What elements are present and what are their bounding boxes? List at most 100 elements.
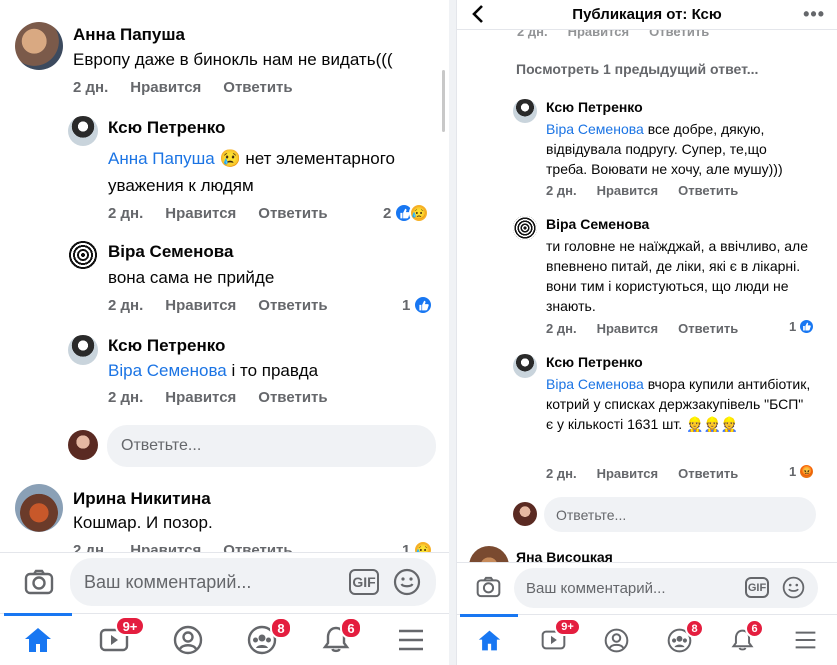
avatar[interactable] (513, 99, 537, 123)
comment-time: 2 дн. (73, 79, 109, 96)
angry-reaction-icon: 😡 (798, 463, 816, 480)
comment-author[interactable]: Ксю Петренко (108, 336, 225, 356)
left-screenshot: Анна Папуша Европу даже в бинокль нам не… (0, 0, 449, 665)
mention-link[interactable]: Анна Папуша (108, 149, 215, 168)
reply-comment: Ксю Петренко Віра Семенова вчора купили … (457, 350, 837, 485)
like-button[interactable]: Нравится (165, 389, 236, 406)
comment-input[interactable]: Ваш комментарий... (514, 568, 818, 608)
comment-meta: 2 дн. Нравится Ответить (73, 79, 315, 96)
reply-comment: Віра Семенова вона сама не прийде 2 дн. Н… (0, 230, 449, 330)
emoji-icon[interactable] (393, 568, 421, 601)
reaction-summary[interactable]: 1 😡 (789, 463, 816, 480)
avatar[interactable] (513, 216, 537, 240)
more-options-icon[interactable]: ••• (803, 4, 825, 25)
tab-home[interactable] (4, 614, 72, 665)
video-badge: 9+ (115, 616, 145, 636)
reply-button[interactable]: Ответить (258, 389, 327, 406)
view-previous-replies[interactable]: Посмотреть 1 предыдущий ответ... (516, 61, 758, 77)
comment-text: ти головне не наїжджай, а ввічливо, але … (546, 238, 808, 314)
avatar[interactable] (15, 484, 63, 532)
right-screenshot: 2 дн. Нравится Ответить Публикация от: Ксю… (456, 0, 837, 665)
tab-video[interactable]: 9+ (78, 614, 150, 665)
avatar[interactable] (68, 335, 98, 365)
avatar[interactable] (15, 22, 63, 70)
like-button[interactable]: Нравится (597, 466, 659, 481)
mention-link[interactable]: Віра Семенова (546, 376, 644, 392)
notifications-badge: 6 (745, 619, 764, 638)
post-header: Публикация от: Ксю ••• (457, 0, 837, 30)
comment-author[interactable]: Ксю Петренко (108, 118, 225, 138)
my-avatar (68, 430, 98, 460)
sad-emoji: 😢 (214, 149, 241, 168)
tab-profile[interactable] (152, 614, 224, 665)
reply-comment: Ксю Петренко Віра Семенова все добре, дя… (457, 95, 837, 205)
avatar[interactable] (68, 116, 98, 146)
avatar[interactable] (68, 240, 98, 270)
reply-button[interactable]: Ответить (678, 466, 738, 481)
comment-meta: 2 дн. Нравится Ответить (546, 183, 739, 198)
tab-groups[interactable]: 8 (648, 615, 710, 665)
comment-author[interactable]: Ирина Никитина (73, 489, 211, 509)
like-button[interactable]: Нравится (597, 321, 659, 336)
comment-meta: 2 дн. Нравится Ответить (546, 321, 739, 336)
home-icon (478, 630, 500, 650)
comment-meta: 2 дн. Нравится Ответить (546, 466, 739, 481)
groups-badge: 8 (685, 619, 704, 638)
reply-button[interactable]: Ответить (678, 321, 738, 336)
comment-author[interactable]: Анна Папуша (73, 25, 185, 45)
camera-icon[interactable] (24, 569, 54, 600)
groups-badge: 8 (270, 617, 292, 639)
reply-input[interactable]: Ответьте... (544, 497, 816, 532)
camera-icon[interactable] (476, 576, 501, 603)
comment-text: Кошмар. И позор. (73, 513, 213, 532)
reply-button[interactable]: Ответить (258, 205, 327, 222)
reaction-summary[interactable]: 2 😥 (383, 203, 430, 223)
comment-meta: 2 дн. Нравится Ответить (108, 297, 328, 314)
reaction-summary[interactable]: 1 (789, 318, 816, 335)
emoji-icon[interactable] (782, 576, 805, 604)
reply-button[interactable]: Ответить (258, 297, 327, 314)
like-reaction-icon (798, 318, 816, 335)
video-badge: 9+ (554, 618, 581, 636)
tab-groups[interactable]: 8 (226, 614, 298, 665)
comment-author[interactable]: Ксю Петренко (546, 99, 643, 115)
tab-video[interactable]: 9+ (522, 615, 584, 665)
reply-comment: Ксю Петренко Віра Семенова і то правда 2… (0, 330, 449, 420)
like-button[interactable]: Нравится (130, 79, 201, 96)
like-button[interactable]: Нравится (165, 205, 236, 222)
comment-text: вона сама не прийде (108, 268, 275, 287)
tab-bar: 9+ 8 6 (0, 613, 449, 665)
gif-button[interactable]: GIF (745, 577, 769, 598)
profile-icon (604, 628, 628, 652)
reply-button[interactable]: Ответить (223, 79, 292, 96)
comment-text: Віра Семенова все добре, дякую, відвідув… (546, 121, 783, 177)
gif-button[interactable]: GIF (349, 569, 379, 595)
mention-link[interactable]: Віра Семенова (546, 121, 644, 137)
comment-author[interactable]: Віра Семенова (108, 242, 233, 262)
comment-author[interactable]: Ксю Петренко (546, 354, 643, 370)
like-button[interactable]: Нравится (165, 297, 236, 314)
comment: Анна Папуша Европу даже в бинокль нам не… (0, 0, 449, 110)
tab-notifications[interactable]: 6 (300, 614, 372, 665)
tab-home[interactable] (460, 615, 518, 665)
avatar[interactable] (513, 354, 537, 378)
reaction-summary[interactable]: 1 (402, 295, 434, 315)
reply-input[interactable]: Ответьте... (107, 425, 436, 467)
reply-button[interactable]: Ответить (678, 183, 738, 198)
comment-text: Віра Семенова вчора купили антибіотик, к… (546, 376, 811, 432)
profile-icon (173, 625, 203, 654)
like-button[interactable]: Нравится (597, 183, 659, 198)
comment-author[interactable]: Віра Семенова (546, 216, 649, 232)
mention-link[interactable]: Віра Семенова (108, 361, 227, 380)
tab-profile[interactable] (585, 615, 647, 665)
tab-notifications[interactable]: 6 (711, 615, 773, 665)
comment-meta: 2 дн. Нравится Ответить (108, 389, 328, 406)
tab-menu[interactable] (375, 614, 447, 665)
comment-composer: Ваш комментарий... GIF (457, 562, 837, 614)
scrollbar[interactable] (442, 70, 445, 132)
tab-menu[interactable] (774, 615, 836, 665)
menu-icon (795, 631, 815, 649)
comment-text: Віра Семенова і то правда (108, 361, 319, 380)
sad-reaction-icon: 😥 (409, 203, 430, 223)
comment-input[interactable]: Ваш комментарий... (70, 558, 436, 606)
